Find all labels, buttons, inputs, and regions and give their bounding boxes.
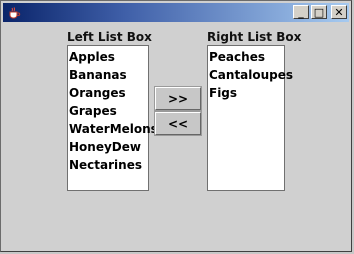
list-item[interactable]: Grapes xyxy=(68,102,148,120)
left-list-box[interactable]: Apples Bananas Oranges Grapes WaterMelons Hon… xyxy=(67,45,158,191)
list-item[interactable]: Bananas xyxy=(68,66,148,84)
title-bar[interactable]: _ □ ✕ xyxy=(3,3,349,22)
minimize-button[interactable]: _ xyxy=(293,5,309,19)
right-list-box[interactable]: Peaches Cantaloupes Figs xyxy=(207,45,293,191)
application-window: _ □ ✕ Left List Box Apples Bananas Oranges… xyxy=(0,0,352,252)
left-list-label: Left List Box xyxy=(67,30,152,44)
list-item[interactable]: Peaches xyxy=(208,48,284,66)
maximize-button[interactable]: □ xyxy=(311,5,327,19)
list-item[interactable]: Figs xyxy=(208,84,284,102)
list-item[interactable]: Nectarines xyxy=(68,156,148,174)
list-item[interactable]: HoneyDew xyxy=(68,138,148,156)
list-item[interactable]: Cantaloupes xyxy=(208,66,293,84)
move-left-button[interactable]: << xyxy=(154,111,202,136)
right-list-label: Right List Box xyxy=(207,30,302,44)
close-button[interactable]: ✕ xyxy=(331,5,347,19)
list-item[interactable]: Oranges xyxy=(68,84,148,102)
list-item[interactable]: Apples xyxy=(68,48,148,66)
move-right-button[interactable]: >> xyxy=(154,86,202,111)
java-cup-icon xyxy=(7,5,21,19)
list-item[interactable]: WaterMelons xyxy=(68,120,158,138)
